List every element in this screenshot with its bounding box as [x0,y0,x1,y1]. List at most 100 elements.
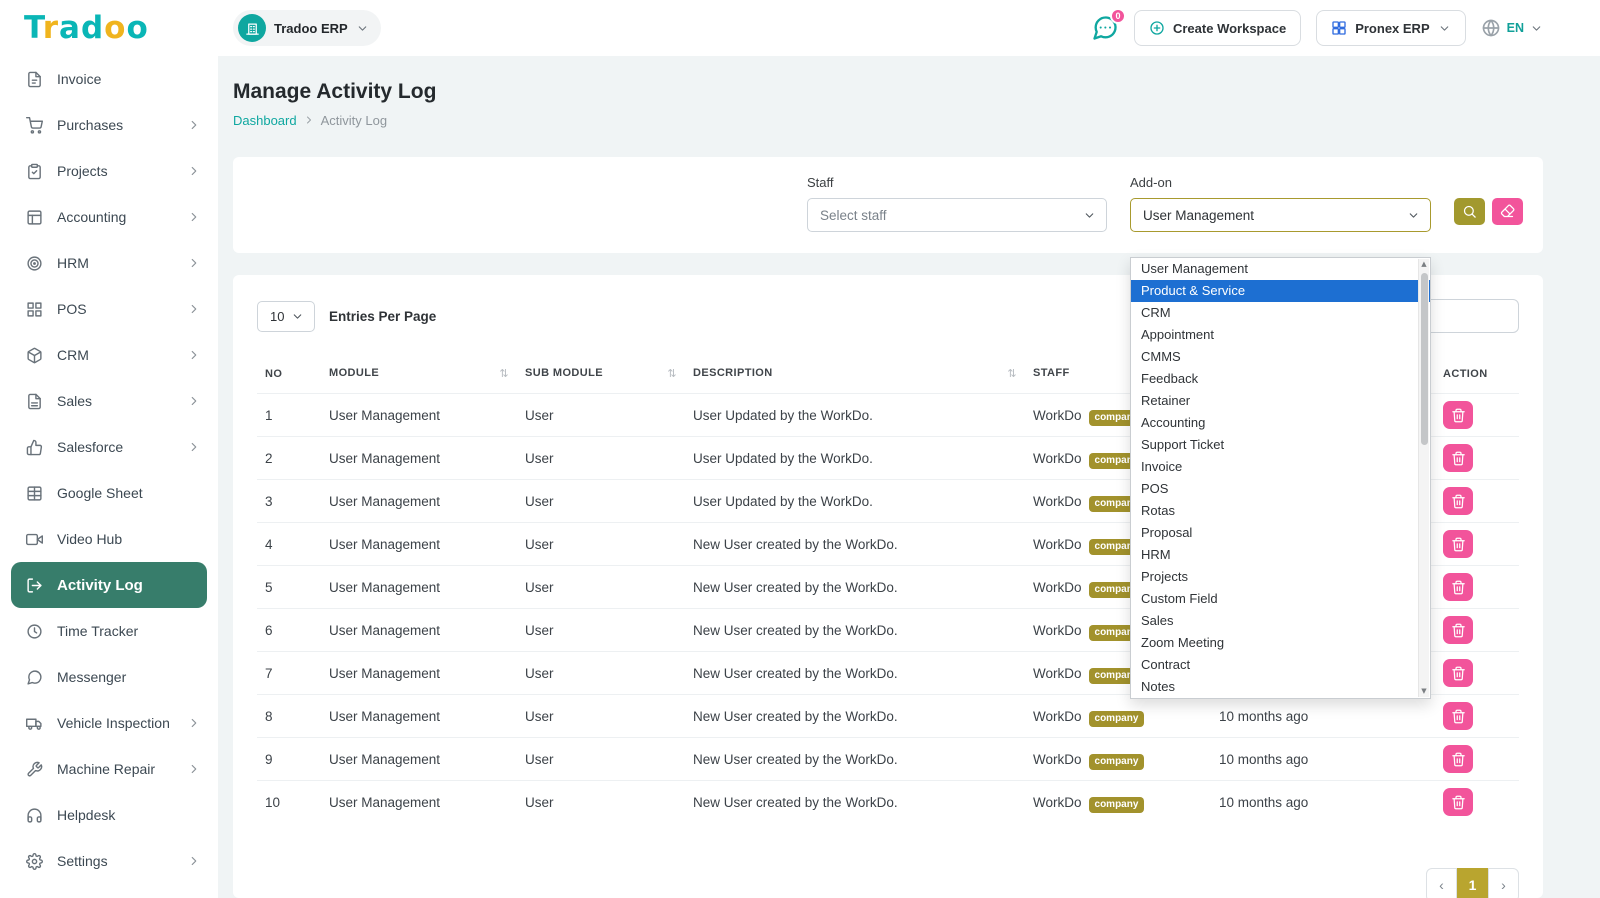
sort-icon[interactable]: ⇅ [1007,367,1017,380]
dropdown-option-retainer[interactable]: Retainer [1131,390,1430,412]
chevron-down-icon [1530,22,1543,35]
column-header-sub-module[interactable]: SUB MODULE⇅ [517,357,685,394]
erp-switcher-button[interactable]: Pronex ERP [1316,10,1465,46]
dropdown-option-accounting[interactable]: Accounting [1131,412,1430,434]
dropdown-option-zoom-meeting[interactable]: Zoom Meeting [1131,632,1430,654]
staff-name: WorkDo [1033,451,1082,466]
cell-no: 8 [257,695,321,738]
workspace-switcher[interactable]: Tradoo ERP [233,10,381,46]
dropdown-option-cmms[interactable]: CMMS [1131,346,1430,368]
sidebar-item-time-tracker[interactable]: Time Tracker [11,608,207,654]
delete-button[interactable] [1443,401,1473,429]
pagination-prev[interactable]: ‹ [1426,868,1457,898]
cell-action [1435,437,1519,480]
sort-icon[interactable]: ⇅ [499,367,509,380]
cell-staff: WorkDocompany [1025,738,1211,781]
scrollbar-thumb[interactable] [1421,273,1428,445]
sidebar-item-machine-repair[interactable]: Machine Repair [11,746,207,792]
search-button[interactable] [1454,198,1485,225]
sidebar-item-video-hub[interactable]: Video Hub [11,516,207,562]
scroll-up-icon[interactable]: ▲ [1421,259,1426,270]
sidebar-item-helpdesk[interactable]: Helpdesk [11,792,207,838]
column-header-description[interactable]: DESCRIPTION⇅ [685,357,1025,394]
breadcrumb-current: Activity Log [321,113,387,128]
addon-label: Add-on [1130,175,1431,190]
trash-icon [1451,709,1466,724]
app-logo[interactable]: Tradoo [24,10,218,46]
dropdown-option-appointment[interactable]: Appointment [1131,324,1430,346]
helpdesk-icon [26,807,43,824]
chevron-right-icon [187,716,201,730]
dropdown-option-hrm[interactable]: HRM [1131,544,1430,566]
sidebar-item-invoice[interactable]: Invoice [11,56,207,102]
delete-button[interactable] [1443,745,1473,773]
breadcrumb-dashboard-link[interactable]: Dashboard [233,113,297,128]
sidebar-item-projects[interactable]: Projects [11,148,207,194]
trash-icon [1451,580,1466,595]
sidebar-item-activity-log[interactable]: Activity Log [11,562,207,608]
chevron-right-icon [303,114,315,126]
create-workspace-button[interactable]: Create Workspace [1134,10,1301,46]
delete-button[interactable] [1443,702,1473,730]
logo-letter: r [43,10,59,46]
sidebar-item-sales[interactable]: Sales [11,378,207,424]
scroll-down-icon[interactable]: ▼ [1421,686,1426,697]
delete-button[interactable] [1443,487,1473,515]
delete-button[interactable] [1443,659,1473,687]
sidebar-item-pos[interactable]: POS [11,286,207,332]
sidebar-item-accounting[interactable]: Accounting [11,194,207,240]
dropdown-option-projects[interactable]: Projects [1131,566,1430,588]
dropdown-option-user-management[interactable]: User Management [1131,258,1430,280]
delete-button[interactable] [1443,616,1473,644]
sidebar-item-label: Purchases [57,117,123,133]
dropdown-option-custom-field[interactable]: Custom Field [1131,588,1430,610]
main-content: Manage Activity Log Dashboard Activity L… [218,56,1600,898]
staff-filter-group: Staff Select staff [807,175,1107,232]
pagination-next[interactable]: › [1488,868,1519,898]
dropdown-option-contract[interactable]: Contract [1131,654,1430,676]
pagination: ‹ 1 › [257,868,1519,898]
sidebar-item-crm[interactable]: CRM [11,332,207,378]
dropdown-option-sales[interactable]: Sales [1131,610,1430,632]
dropdown-option-pos[interactable]: POS [1131,478,1430,500]
pagination-page-1[interactable]: 1 [1457,868,1488,898]
delete-button[interactable] [1443,530,1473,558]
trash-icon [1451,623,1466,638]
chevron-right-icon [187,440,201,454]
sidebar-item-messenger[interactable]: Messenger [11,654,207,700]
addon-select[interactable]: User Management [1130,198,1431,232]
staff-select[interactable]: Select staff [807,198,1107,232]
dropdown-option-notes[interactable]: Notes [1131,676,1430,698]
dropdown-option-support-ticket[interactable]: Support Ticket [1131,434,1430,456]
cell-module: User Management [321,566,517,609]
reset-filter-button[interactable] [1492,198,1523,225]
chevron-right-icon [187,762,201,776]
dropdown-option-proposal[interactable]: Proposal [1131,522,1430,544]
hrm-icon [26,255,43,272]
sidebar-item-google-sheet[interactable]: Google Sheet [11,470,207,516]
dropdown-option-invoice[interactable]: Invoice [1131,456,1430,478]
sidebar-item-vehicle-inspection[interactable]: Vehicle Inspection [11,700,207,746]
delete-button[interactable] [1443,788,1473,816]
column-header-module[interactable]: MODULE⇅ [321,357,517,394]
cell-description: New User created by the WorkDo. [685,738,1025,781]
entries-per-page-select[interactable]: 10 [257,301,315,332]
sidebar-item-hrm[interactable]: HRM [11,240,207,286]
table-row: 10User ManagementUserNew User created by… [257,781,1519,824]
chevron-down-icon [1407,209,1420,222]
cell-action [1435,523,1519,566]
messages-button[interactable]: 0 [1091,14,1119,42]
dropdown-option-rotas[interactable]: Rotas [1131,500,1430,522]
sidebar-item-purchases[interactable]: Purchases [11,102,207,148]
language-code: EN [1507,21,1524,35]
dropdown-option-product-service[interactable]: Product & Service [1131,280,1430,302]
dropdown-option-feedback[interactable]: Feedback [1131,368,1430,390]
sort-icon[interactable]: ⇅ [667,367,677,380]
dropdown-option-crm[interactable]: CRM [1131,302,1430,324]
sidebar-item-settings[interactable]: Settings [11,838,207,884]
dropdown-scrollbar[interactable]: ▲ ▼ [1418,259,1429,697]
language-selector[interactable]: EN [1481,18,1543,38]
sidebar-item-salesforce[interactable]: Salesforce [11,424,207,470]
delete-button[interactable] [1443,573,1473,601]
delete-button[interactable] [1443,444,1473,472]
